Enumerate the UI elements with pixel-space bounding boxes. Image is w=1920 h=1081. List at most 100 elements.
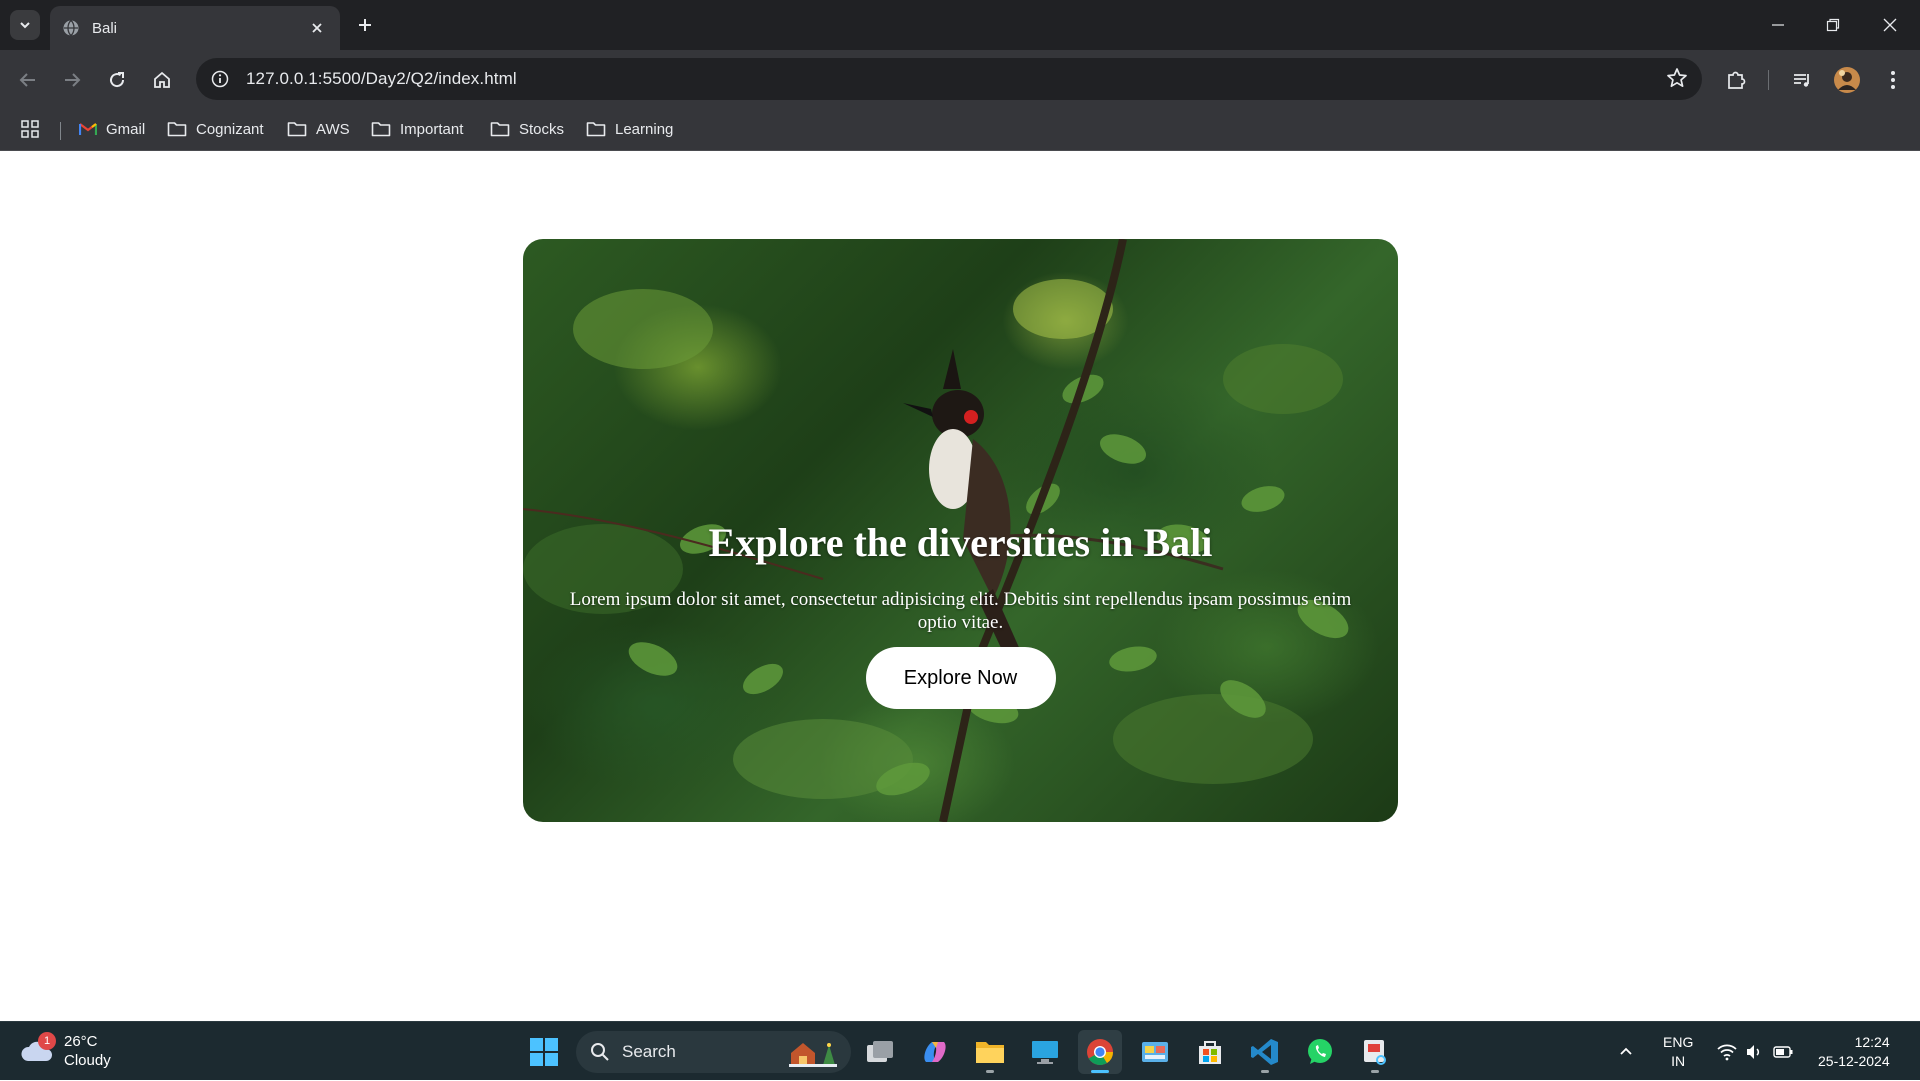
windows-logo-icon	[530, 1038, 558, 1066]
apps-button[interactable]	[20, 115, 49, 143]
search-placeholder: Search	[622, 1042, 676, 1061]
bookmark-cognizant[interactable]: Cognizant	[167, 115, 264, 143]
browser-menu-button[interactable]	[1877, 64, 1909, 96]
gmail-icon	[79, 123, 97, 135]
language-indicator[interactable]: ENG IN	[1663, 1022, 1693, 1081]
back-button[interactable]	[12, 64, 44, 96]
vscode-button[interactable]	[1243, 1030, 1287, 1074]
system-tray-icons[interactable]	[1717, 1022, 1793, 1081]
chrome-button[interactable]	[1078, 1030, 1122, 1074]
avatar-icon	[1834, 67, 1860, 93]
windows-taskbar: 1 26°C Cloudy Search ENG IN 12:24 25-12-…	[0, 1021, 1920, 1080]
minimize-button[interactable]	[1758, 10, 1798, 40]
weather-temp: 26°C	[64, 1033, 98, 1050]
taskbar-search[interactable]: Search	[576, 1031, 851, 1073]
folder-icon	[287, 122, 307, 137]
toolbar-divider	[1768, 70, 1769, 90]
clock-date: 25-12-2024	[1818, 1052, 1890, 1069]
globe-icon	[63, 20, 79, 36]
folder-icon	[586, 122, 606, 137]
minimize-icon	[1772, 24, 1784, 26]
info-icon	[211, 70, 229, 88]
weather-badge: 1	[38, 1032, 56, 1050]
folder-icon	[490, 122, 510, 137]
weather-condition: Cloudy	[64, 1052, 111, 1069]
store-icon	[1199, 1041, 1221, 1064]
bookmark-learning[interactable]: Learning	[586, 115, 673, 143]
media-controls-button[interactable]	[1786, 64, 1818, 96]
clock-time: 12:24	[1854, 1033, 1890, 1050]
restore-button[interactable]	[1813, 10, 1853, 40]
tab-title: Bali	[92, 19, 118, 37]
start-button[interactable]	[522, 1030, 566, 1074]
plus-icon	[359, 19, 371, 31]
new-tab-button[interactable]	[352, 12, 378, 38]
hero-title: Explore the diversities in Bali	[708, 520, 1213, 565]
lang-primary: ENG	[1663, 1033, 1694, 1050]
lang-secondary: IN	[1671, 1052, 1686, 1069]
bookmark-aws[interactable]: AWS	[287, 115, 350, 143]
bookmarks-divider	[60, 122, 61, 140]
restore-icon	[1826, 18, 1840, 32]
snipping-tool-button[interactable]	[1353, 1030, 1397, 1074]
browser-toolbar: 127.0.0.1:5500/Day2/Q2/index.html	[0, 50, 1920, 108]
bookmark-star-button[interactable]	[1666, 67, 1688, 94]
star-icon	[1667, 68, 1687, 88]
bookmark-label: Important	[400, 120, 464, 138]
tab-close-button[interactable]	[306, 17, 328, 39]
task-view-icon	[867, 1041, 893, 1062]
monitor-icon	[1032, 1041, 1058, 1064]
microsoft-store-button[interactable]	[1188, 1030, 1232, 1074]
bookmark-label: Gmail	[106, 120, 146, 138]
bookmark-label: Stocks	[519, 120, 565, 138]
task-view-button[interactable]	[858, 1030, 902, 1074]
chevron-down-icon	[20, 22, 30, 29]
arrow-right-icon	[65, 73, 81, 87]
window-close-button[interactable]	[1870, 10, 1910, 40]
volume-icon	[1747, 1044, 1760, 1059]
chrome-icon	[1087, 1039, 1114, 1066]
copilot-icon	[924, 1042, 946, 1062]
weather-widget[interactable]: 1 26°C Cloudy	[20, 1030, 111, 1072]
whatsapp-icon	[1308, 1039, 1332, 1064]
whatsapp-button[interactable]	[1298, 1030, 1342, 1074]
chevron-up-icon	[1620, 1047, 1632, 1055]
bookmark-gmail[interactable]: Gmail	[79, 115, 145, 143]
folder-icon	[371, 122, 391, 137]
explore-now-button[interactable]: Explore Now	[865, 647, 1056, 709]
folder-icon	[976, 1042, 1004, 1063]
active-indicator	[1091, 1070, 1109, 1073]
bookmark-stocks[interactable]: Stocks	[490, 115, 564, 143]
home-button[interactable]	[146, 64, 178, 96]
puzzle-icon	[1728, 71, 1746, 89]
bookmark-important[interactable]: Important	[371, 115, 463, 143]
show-hidden-icons-button[interactable]	[1618, 1022, 1634, 1081]
running-indicator	[1371, 1070, 1379, 1073]
desktop-app-button[interactable]	[1023, 1030, 1067, 1074]
url-text[interactable]: 127.0.0.1:5500/Day2/Q2/index.html	[246, 69, 517, 89]
hero-description: Lorem ipsum dolor sit amet, consectetur …	[569, 589, 1352, 633]
site-info-button[interactable]	[206, 65, 234, 93]
copilot-button[interactable]	[913, 1030, 957, 1074]
tab-strip: Bali	[0, 0, 1920, 50]
more-vertical-icon	[1891, 71, 1895, 89]
page-viewport: Explore the diversities in Bali Lorem ip…	[0, 151, 1920, 1021]
control-panel-button[interactable]	[1133, 1030, 1177, 1074]
search-icon	[591, 1043, 609, 1061]
bookmark-label: Cognizant	[196, 120, 264, 138]
browser-tab[interactable]: Bali	[50, 6, 340, 50]
reload-icon	[110, 72, 125, 88]
bookmark-label: Learning	[615, 120, 674, 138]
reload-button[interactable]	[101, 64, 133, 96]
file-explorer-button[interactable]	[968, 1030, 1012, 1074]
address-bar[interactable]: 127.0.0.1:5500/Day2/Q2/index.html	[196, 58, 1702, 100]
hero-content: Explore the diversities in Bali Lorem ip…	[523, 239, 1398, 822]
hero-card: Explore the diversities in Bali Lorem ip…	[523, 239, 1398, 822]
profile-avatar[interactable]	[1831, 64, 1863, 96]
forward-button[interactable]	[56, 64, 88, 96]
tab-search-button[interactable]	[10, 10, 40, 40]
folder-icon	[167, 122, 187, 137]
extensions-button[interactable]	[1720, 64, 1752, 96]
vscode-icon	[1251, 1039, 1278, 1065]
clock[interactable]: 12:24 25-12-2024	[1818, 1022, 1890, 1081]
